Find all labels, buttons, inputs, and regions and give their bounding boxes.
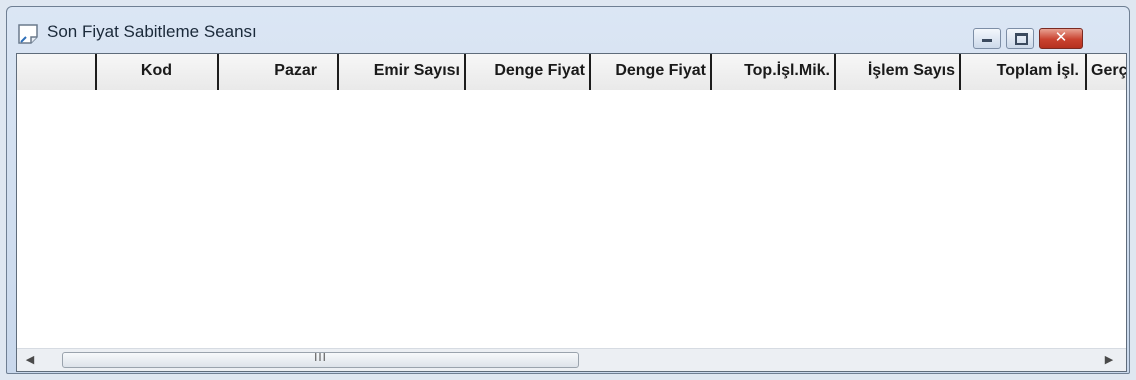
minimize-button[interactable] xyxy=(973,28,1001,49)
scroll-left-arrow-icon[interactable]: ◀ xyxy=(19,349,41,371)
maximize-icon xyxy=(1015,33,1028,45)
close-button[interactable]: ✕ xyxy=(1039,28,1083,49)
title-bar[interactable]: Son Fiyat Sabitleme Seansı ✕ xyxy=(7,7,1129,53)
header-islem-sayis[interactable]: İşlem Sayıs xyxy=(836,54,961,90)
window-title: Son Fiyat Sabitleme Seansı xyxy=(47,22,257,41)
grid-header: Kod Pazar Emir Sayısı Denge Fiyat Denge … xyxy=(17,54,1126,91)
scrollbar-thumb[interactable]: III xyxy=(62,351,579,368)
scrollbar-grip: III xyxy=(314,351,327,364)
header-indicator-column[interactable] xyxy=(17,54,97,90)
header-emir-sayisi[interactable]: Emir Sayısı xyxy=(339,54,466,90)
header-denge-fiyat-1[interactable]: Denge Fiyat xyxy=(466,54,591,90)
scroll-right-arrow-icon[interactable]: ▶ xyxy=(1098,349,1120,371)
maximize-button[interactable] xyxy=(1006,28,1034,49)
header-toplam-isl[interactable]: Toplam İşl. xyxy=(961,54,1087,90)
son-fiyat-sabitleme-window: Son Fiyat Sabitleme Seansı ✕ Kod Pazar E… xyxy=(6,6,1130,374)
minimize-icon xyxy=(982,39,992,42)
document-icon xyxy=(18,24,38,44)
header-top-isl-mik[interactable]: Top.İşl.Mik. xyxy=(712,54,836,90)
grid-container: Kod Pazar Emir Sayısı Denge Fiyat Denge … xyxy=(16,53,1127,372)
header-denge-fiyat-2[interactable]: Denge Fiyat xyxy=(591,54,712,90)
header-gerc[interactable]: Gerç xyxy=(1087,54,1126,90)
close-icon: ✕ xyxy=(1054,28,1068,46)
header-pazar[interactable]: Pazar xyxy=(219,54,339,90)
horizontal-scrollbar[interactable]: ◀ III ▶ xyxy=(17,348,1126,371)
grid-body[interactable] xyxy=(17,90,1126,349)
header-kod[interactable]: Kod xyxy=(97,54,219,90)
